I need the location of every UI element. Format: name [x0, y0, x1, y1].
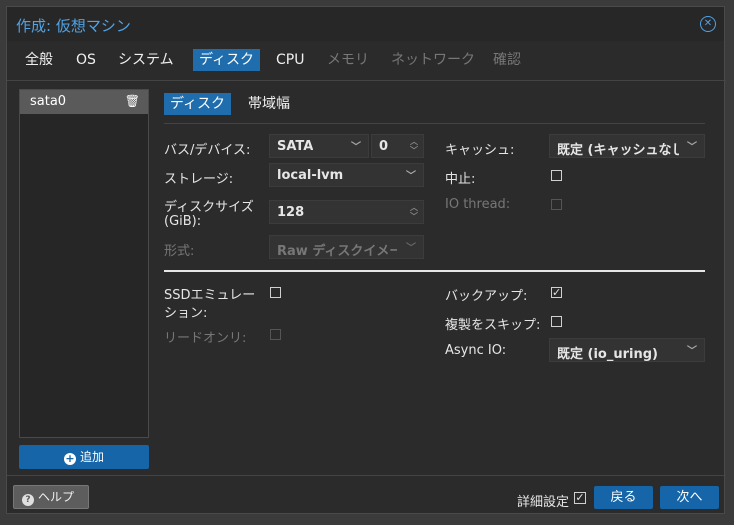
iothread-label: IO thread:	[445, 197, 511, 212]
tab-network[interactable]: ネットワーク	[385, 49, 481, 71]
readonly-checkbox[interactable]	[270, 329, 281, 340]
chevron-down-icon: ﹀	[687, 346, 697, 357]
bus-index-value: 0	[379, 139, 389, 154]
bus-device-label: バス/デバイス:	[164, 143, 251, 158]
dialog-titlebar: 作成: 仮想マシン ✕	[7, 7, 724, 41]
ssd-emulation-label-line2: ション:	[164, 306, 208, 321]
question-icon: ?	[22, 494, 34, 506]
format-value: Raw ディスクイメー	[277, 244, 397, 259]
create-vm-dialog: 作成: 仮想マシン ✕ 全般 OS システム ディスク CPU メモリ ネットワ…	[6, 6, 726, 514]
bus-value: SATA	[277, 139, 314, 154]
discard-checkbox[interactable]	[551, 170, 562, 181]
ssd-emulation-label-line1: SSDエミュレー	[164, 288, 256, 303]
cache-value: 既定 (キャッシュなし	[557, 143, 679, 158]
async-io-select[interactable]: 既定 (io_uring) ﹀	[549, 338, 705, 362]
spinner-arrows-icon: ︿ ﹀	[410, 203, 418, 221]
storage-value: local-lvm	[277, 168, 344, 183]
skip-replication-label: 複製をスキップ:	[445, 318, 541, 333]
plus-icon: +	[63, 452, 76, 465]
back-button[interactable]: 戻る	[594, 486, 653, 509]
disk-size-label-line1: ディスクサイズ	[164, 200, 254, 215]
tab-disk[interactable]: ディスク	[193, 49, 261, 71]
disk-list: sata0 🗑	[19, 89, 149, 438]
chevron-down-icon: ﹀	[687, 142, 697, 153]
cache-label: キャッシュ:	[445, 143, 515, 158]
disk-item-label: sata0	[30, 94, 67, 109]
discard-label: 中止:	[445, 172, 476, 187]
ssd-emulation-checkbox[interactable]	[270, 287, 281, 298]
advanced-label: 詳細設定	[517, 495, 570, 510]
format-select[interactable]: Raw ディスクイメー ﹀	[269, 235, 424, 259]
async-io-label: Async IO:	[445, 343, 507, 358]
disk-size-value: 128	[277, 205, 305, 220]
tab-confirm[interactable]: 確認	[487, 49, 527, 71]
skip-replication-checkbox[interactable]	[551, 316, 562, 327]
close-icon[interactable]: ✕	[700, 16, 716, 32]
tab-os[interactable]: OS	[70, 49, 102, 71]
format-label: 形式:	[164, 244, 195, 259]
backup-checkbox[interactable]: ✓	[551, 287, 562, 298]
chevron-down-icon: ﹀	[406, 243, 416, 254]
dialog-title: 作成: 仮想マシン	[16, 17, 131, 35]
async-io-value: 既定 (io_uring)	[557, 347, 658, 362]
tab-cpu[interactable]: CPU	[270, 49, 310, 71]
add-disk-label: 追加	[79, 450, 104, 464]
tab-memory[interactable]: メモリ	[321, 49, 375, 71]
next-button[interactable]: 次へ	[660, 486, 719, 509]
subtab-bandwidth[interactable]: 帯域幅	[242, 93, 296, 115]
bus-select[interactable]: SATA ﹀	[269, 134, 369, 158]
subtab-disk[interactable]: ディスク	[164, 93, 232, 115]
advanced-checkbox[interactable]: ✓	[574, 492, 586, 504]
trash-icon[interactable]: 🗑	[125, 94, 140, 108]
chevron-down-icon: ﹀	[351, 142, 361, 153]
iothread-checkbox[interactable]	[551, 199, 562, 210]
chevron-down-icon: ﹀	[406, 171, 416, 182]
spinner-arrows-icon: ︿ ﹀	[410, 137, 418, 155]
readonly-label: リードオンリ:	[164, 331, 247, 346]
tab-divider	[7, 80, 726, 81]
tab-system[interactable]: システム	[112, 49, 180, 71]
disk-list-item[interactable]: sata0 🗑	[20, 90, 148, 114]
disk-size-label-line2: (GiB):	[164, 214, 202, 229]
disk-size-spinner[interactable]: 128 ︿ ﹀	[269, 200, 424, 224]
storage-label: ストレージ:	[164, 172, 234, 187]
help-label: ヘルプ	[38, 490, 75, 504]
section-divider	[164, 270, 705, 272]
cache-select[interactable]: 既定 (キャッシュなし ﹀	[549, 134, 705, 158]
add-disk-button[interactable]: + 追加	[19, 445, 149, 469]
footer-divider	[7, 475, 726, 476]
bus-index-spinner[interactable]: 0 ︿ ﹀	[371, 134, 424, 158]
storage-select[interactable]: local-lvm ﹀	[269, 163, 424, 187]
tab-general[interactable]: 全般	[19, 49, 59, 71]
backup-label: バックアップ:	[445, 289, 528, 304]
help-button[interactable]: ? ヘルプ	[13, 485, 89, 509]
subtab-divider	[164, 123, 705, 124]
